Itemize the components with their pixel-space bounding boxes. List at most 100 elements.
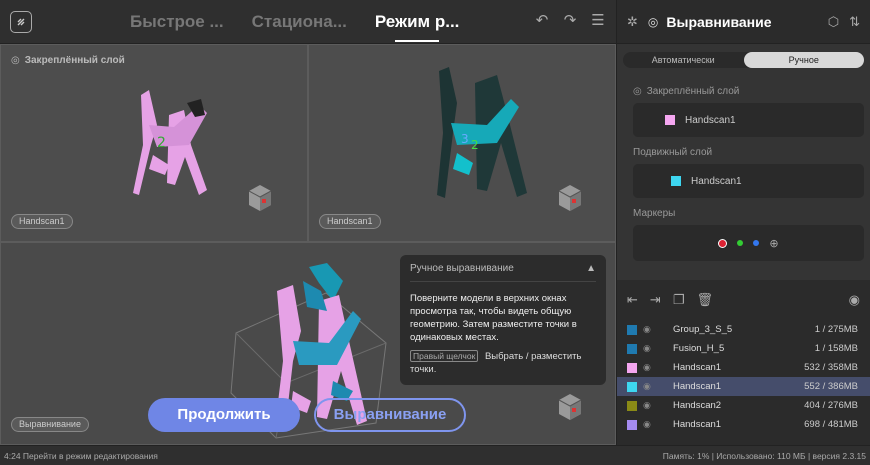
eye-icon[interactable]: ◉ [643,381,659,392]
layer-color-swatch [671,176,681,186]
pin-icon: ◎ [11,55,20,66]
export-icon[interactable]: ⇥ [650,292,661,308]
layer-color-swatch [627,343,637,354]
sidebar-header: ✲ ◎ Выравнивание ⬡ ⇅ [617,0,870,44]
settings-icon[interactable]: ✲ [627,14,638,30]
orientation-cube-icon[interactable] [243,181,277,215]
redo-icon[interactable]: ↷ [562,12,578,30]
moving-layer-value: Handscan1 [691,175,742,187]
layer-color-swatch [627,362,637,373]
panel-header[interactable]: Ручное выравнивание ▲ [410,263,596,282]
mode-auto-option[interactable]: Автоматически [623,52,744,68]
layer-row[interactable]: ◉ Handscan1 532 / 358MB [617,358,870,377]
right-click-key: Правый щелчок [410,350,479,362]
scan-model-pink: 2 [133,90,207,195]
align-icon: ◎ [647,14,659,29]
fixed-layer-label: ◎ Закреплённый слой [633,86,864,97]
layer-size: 532 / 358MB [804,362,858,373]
layer-tools: ⇤ ⇥ ❐ 🗑 ◉ [617,280,870,320]
eye-icon[interactable]: ◉ [643,343,659,354]
visibility-all-icon[interactable]: ◉ [849,292,860,308]
layer-row[interactable]: ◉ Fusion_H_5 1 / 158MB [617,339,870,358]
eye-icon[interactable]: ◉ [643,400,659,411]
tab-stationary[interactable]: Стациона... [252,0,347,44]
top-bar: Быстрое ... Стациона... Режим р... ↶ ↷ ☰ [0,0,616,44]
cube-view-icon[interactable]: ⬡ [828,14,839,30]
sidebar-title: Выравнивание [666,13,772,30]
layer-size: 1 / 275MB [814,324,858,335]
layer-list: ◉ Group_3_S_5 1 / 275MB ◉ Fusion_H_5 1 / 158M… [617,320,870,434]
continue-button[interactable]: Продолжить [148,398,300,432]
eye-icon[interactable]: ◉ [643,324,659,335]
layer-row[interactable]: ◉ Handscan2 404 / 276MB [617,396,870,415]
alignment-sidebar: ✲ ◎ Выравнивание ⬡ ⇅ Автоматически Ручно… [616,0,870,445]
viewport-title-text: Закреплённый слой [24,55,125,66]
align-button[interactable]: Выравнивание [314,398,466,432]
status-bar: 4:24 Перейти в режим редактирования Памя… [0,445,870,465]
svg-text:2: 2 [157,135,166,151]
layer-name: Handscan1 [673,419,722,430]
moving-layer-label: Подвижный слой [633,147,713,158]
viewport-fixed[interactable]: ◎ Закреплённый слой 2 Handscan1 [0,44,308,242]
layer-name: Handscan1 [673,362,722,373]
layer-row[interactable]: ◉ Group_3_S_5 1 / 275MB [617,320,870,339]
mode-manual-option[interactable]: Ручное [743,52,864,68]
layer-row[interactable]: ◉ Handscan1 698 / 481MB [617,415,870,434]
layer-name: Group_3_S_5 [673,324,733,335]
mode-tabs: Быстрое ... Стациона... Режим р... [130,0,487,44]
markers-label: Маркеры [633,208,676,219]
viewport-moving[interactable]: 3 2 Handscan1 [308,44,616,242]
fixed-layer-select[interactable]: Handscan1 [633,103,864,137]
layer-row[interactable]: ◉ Handscan1 552 / 386MB [617,377,870,396]
duplicate-icon[interactable]: ❐ [673,292,685,308]
moving-layer-select[interactable]: Handscan1 [633,164,864,198]
sidebar-header-tools: ⬡ ⇅ [828,14,860,30]
marker-blue-dot[interactable] [753,240,760,246]
app-logo-icon[interactable] [10,11,32,33]
layer-color-swatch [627,324,637,335]
orientation-cube-icon[interactable] [553,390,587,424]
add-marker-icon[interactable]: ⊕ [769,237,778,250]
layer-color-swatch [627,400,637,411]
layer-size: 552 / 386MB [804,381,858,392]
mode-toggle: Автоматически Ручное [623,52,864,68]
svg-text:3: 3 [461,132,469,146]
status-left: 4:24 Перейти в режим редактирования [4,450,158,461]
layer-name: Handscan2 [673,400,722,411]
alignment-settings: Автоматически Ручное ◎ Закреплённый слой… [617,44,870,280]
history-controls: ↶ ↷ ☰ [534,12,606,30]
viewport-layer-label: Handscan1 [11,214,73,229]
panel-title: Ручное выравнивание [410,263,514,274]
layer-color-swatch [627,381,637,392]
panel-hint: Правый щелчок Выбрать / разместить точки… [410,350,596,376]
viewport-area: ◎ Закреплённый слой 2 Handscan1 3 2 Hand… [0,44,616,445]
layer-size: 698 / 481MB [804,419,858,430]
marker-green-dot[interactable] [737,240,744,246]
eye-icon[interactable]: ◉ [643,419,659,430]
layer-color-swatch [665,115,675,125]
viewport-layer-label: Handscan1 [319,214,381,229]
status-right: Память: 1% | Использовано: 110 МБ | верс… [662,450,866,461]
markers-picker: ⊕ [633,225,864,261]
layer-size: 404 / 276MB [804,400,858,411]
svg-text:2: 2 [471,138,479,152]
orientation-cube-icon[interactable] [553,181,587,215]
tab-edit-mode[interactable]: Режим р... [375,0,459,44]
collapse-icon[interactable]: ▲ [586,263,596,274]
layer-name: Fusion_H_5 [673,343,725,354]
undo-icon[interactable]: ↶ [534,12,550,30]
marker-red-dot[interactable] [718,238,728,248]
tab-quick[interactable]: Быстрое ... [130,0,224,44]
import-icon[interactable]: ⇤ [627,292,638,308]
layer-color-swatch [627,419,637,430]
layer-name: Handscan1 [673,381,722,392]
fixed-layer-value: Handscan1 [685,114,736,126]
sort-icon[interactable]: ⇅ [849,14,860,30]
fixed-layer-label-text: Закреплённый слой [646,86,740,97]
viewport-mode-label: Выравнивание [11,417,89,432]
delete-icon[interactable]: 🗑 [696,292,713,308]
viewport-title: ◎ Закреплённый слой [11,55,125,66]
panel-instructions: Поверните модели в верхних окнах просмот… [410,293,577,343]
menu-icon[interactable]: ☰ [590,12,606,30]
eye-icon[interactable]: ◉ [643,362,659,373]
